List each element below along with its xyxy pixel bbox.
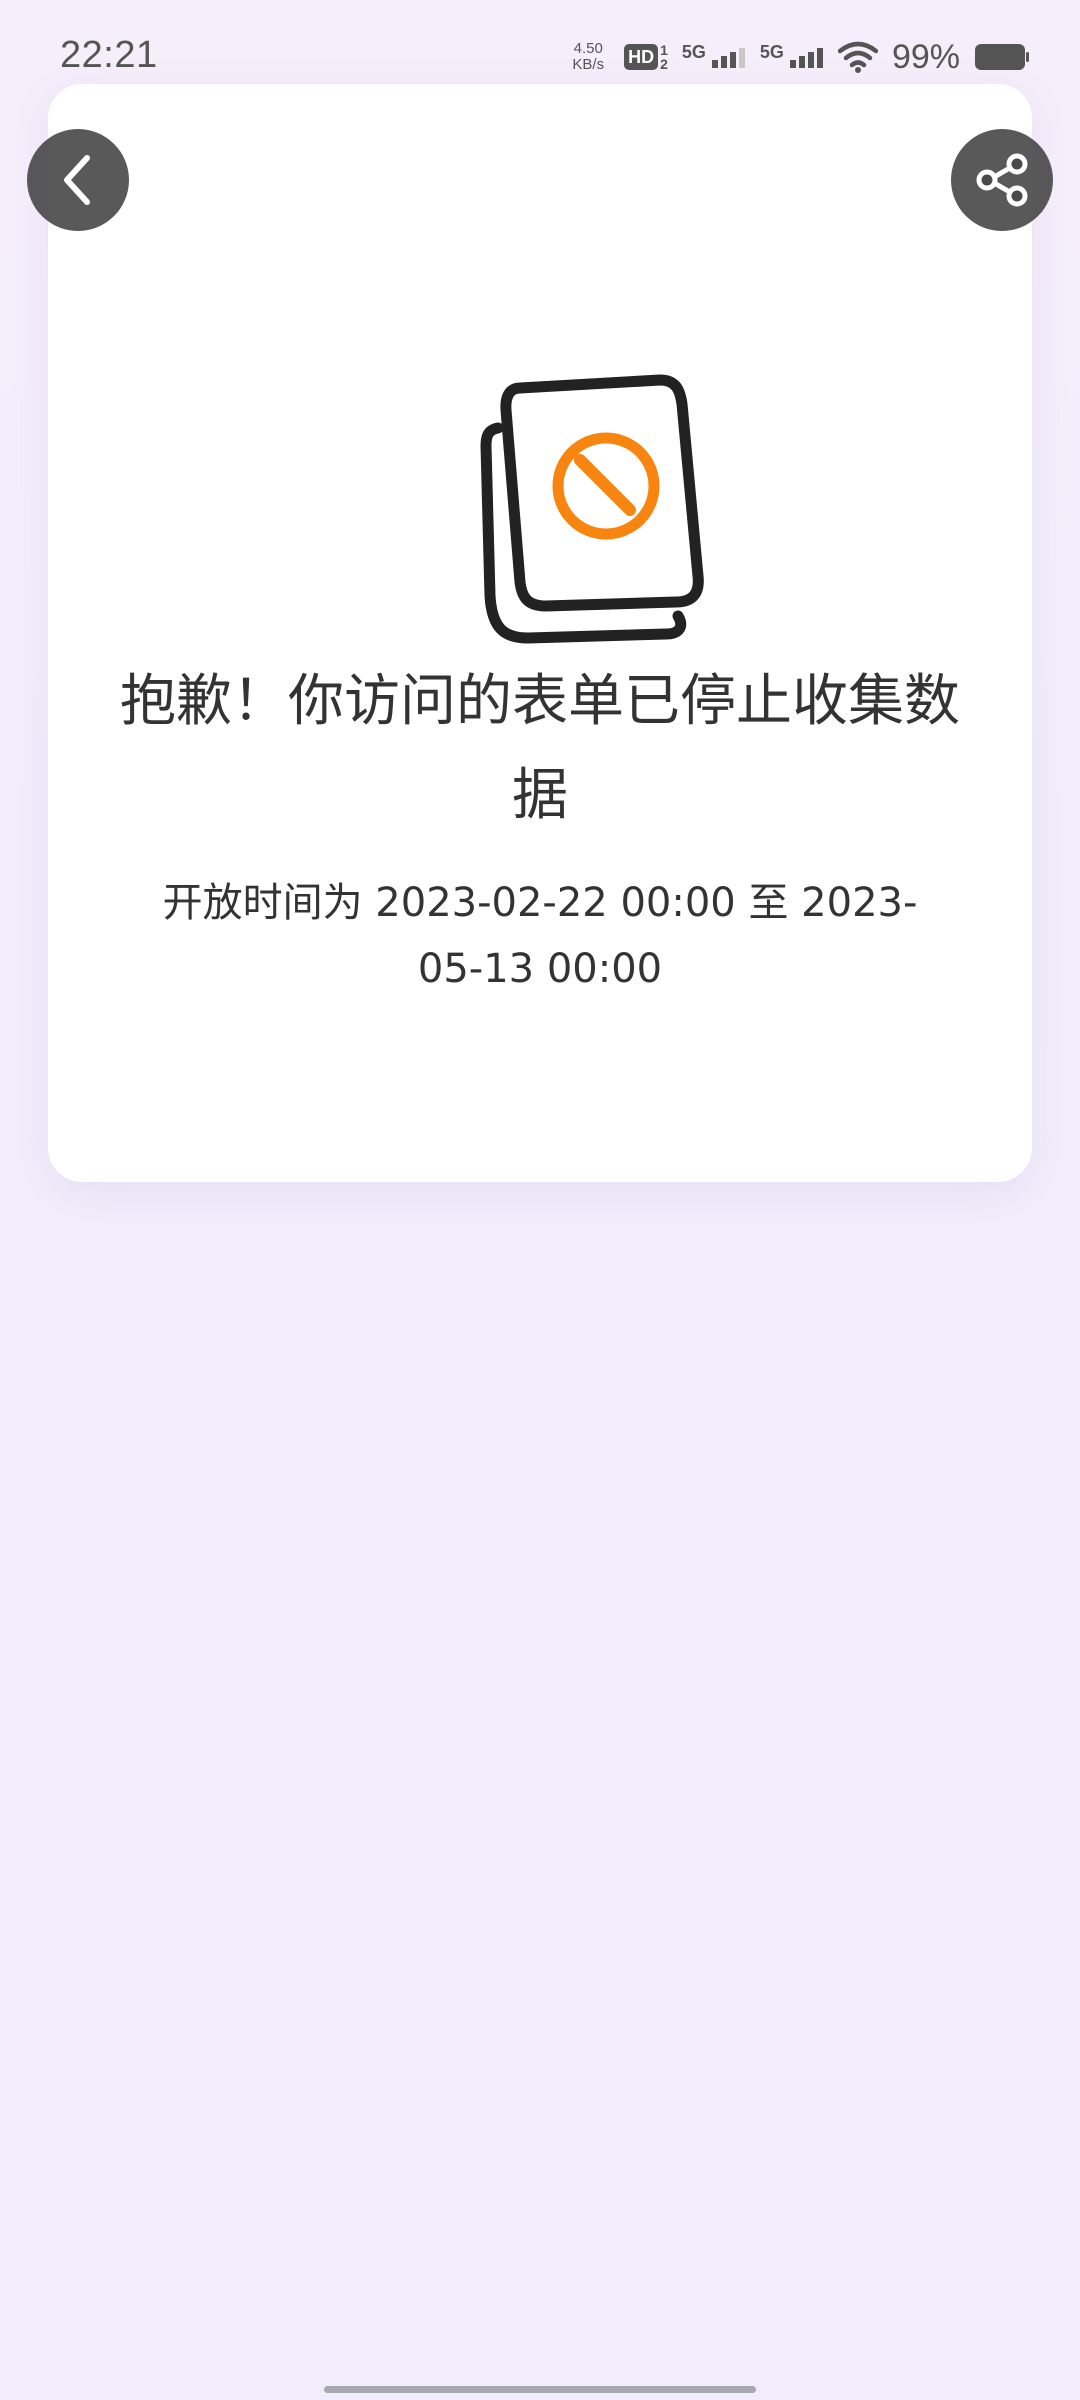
network-speed-unit: KB/s — [572, 56, 605, 73]
sim2-network-label: 5G — [759, 42, 784, 62]
sim1-signal: 5G — [682, 42, 746, 68]
open-period-text: 开放时间为 2023-02-22 00:00 至 2023-05-13 00:0… — [162, 880, 918, 992]
signal-bars-icon — [789, 48, 823, 68]
hd-label: HD — [624, 44, 659, 70]
status-time: 22:21 — [60, 34, 158, 76]
sim2-signal: 5G — [760, 42, 824, 68]
wifi-icon — [837, 41, 878, 73]
form-closed-icon — [480, 374, 704, 644]
hd-sub-bottom: 2 — [660, 56, 668, 72]
home-indicator[interactable] — [324, 2386, 756, 2393]
chevron-left-icon — [64, 155, 90, 205]
share-icon — [976, 153, 1028, 207]
form-closed-card: 抱歉！你访问的表单已停止收集数据 开放时间为 2023-02-22 00:00 … — [48, 84, 1032, 1182]
hd-voice-icon: HD 1 2 — [624, 43, 668, 71]
status-icons: 4.50 KB/s HD 1 2 5G 5G 99% — [572, 32, 1030, 82]
battery-percent: 99% — [891, 37, 960, 76]
share-button[interactable] — [951, 129, 1053, 231]
hd-sub-top: 1 — [660, 42, 668, 58]
network-speed-value: 4.50 — [573, 40, 603, 57]
network-speed: 4.50 KB/s — [572, 41, 604, 73]
error-title: 抱歉！你访问的表单已停止收集数据 — [120, 669, 960, 828]
back-button[interactable] — [27, 129, 129, 231]
hd-sub: 1 2 — [660, 43, 668, 71]
sim1-network-label: 5G — [681, 42, 706, 62]
signal-bars-icon — [711, 48, 745, 68]
battery-icon — [975, 44, 1029, 70]
